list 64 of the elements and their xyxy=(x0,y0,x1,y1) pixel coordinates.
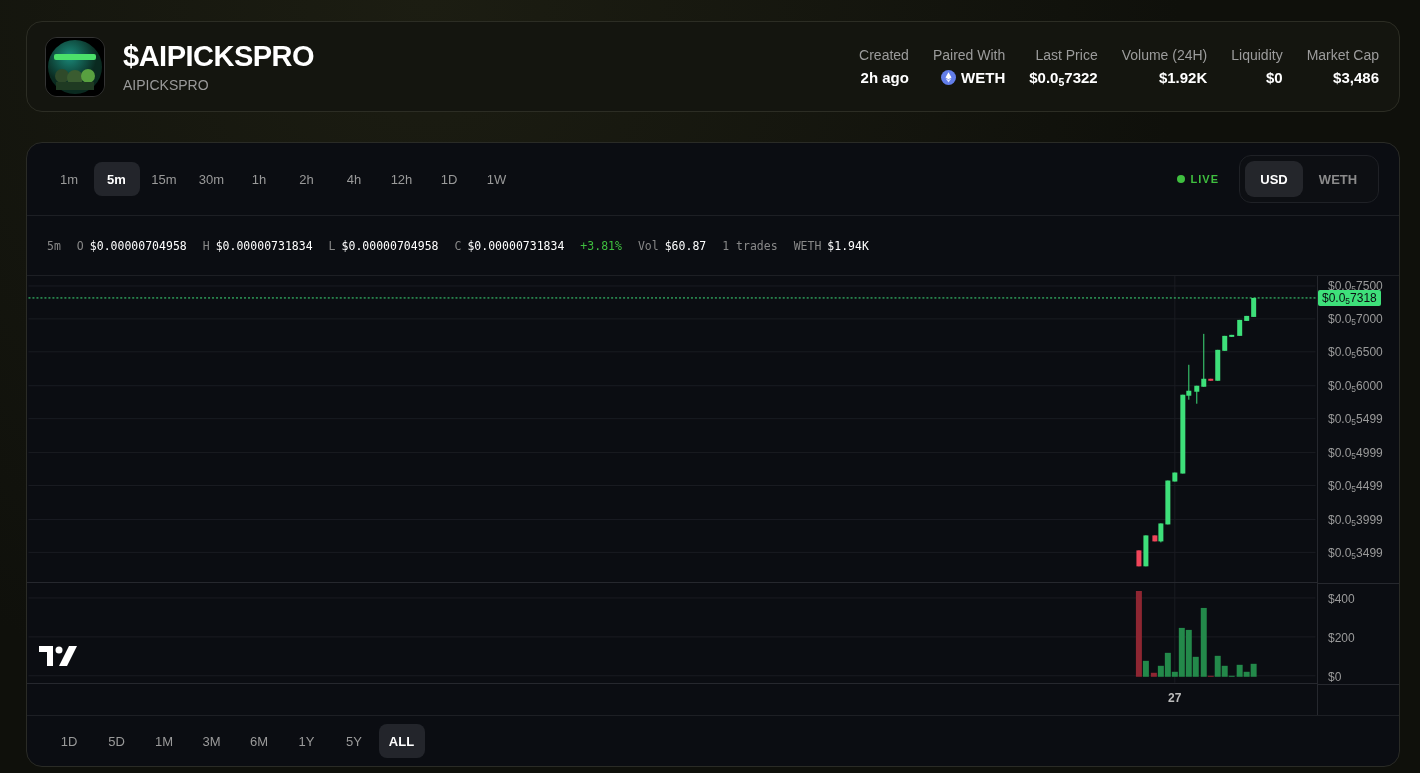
ohlc-value: $0.00000731834 xyxy=(215,238,313,253)
interval-tab[interactable]: 1D xyxy=(426,162,472,196)
ohlc-label: Vol xyxy=(637,238,659,253)
live-indicator: LIVE xyxy=(1176,173,1219,185)
stat-label: Paired With xyxy=(932,47,1006,63)
ohlc-value: $1.94K xyxy=(827,238,869,253)
stat-label: Created xyxy=(859,47,909,63)
interval-tab[interactable]: 1W xyxy=(473,162,520,196)
interval-tab[interactable]: 1h xyxy=(236,162,282,196)
range-tab[interactable]: 5D xyxy=(93,724,140,758)
token-symbol: AIPICKSPRO xyxy=(123,77,210,93)
range-tab[interactable]: 1Y xyxy=(283,724,330,758)
currency-option[interactable]: USD xyxy=(1245,161,1303,197)
volume-axis-label: $200 xyxy=(1328,631,1355,645)
range-tab[interactable]: 6M xyxy=(236,724,282,758)
range-tab[interactable]: 3M xyxy=(188,724,235,758)
ohlc-value: 1 trades xyxy=(722,238,778,253)
ohlc-label: WETH xyxy=(793,238,822,253)
ethereum-icon xyxy=(941,70,957,85)
interval-tab[interactable]: 30m xyxy=(188,162,235,196)
interval-tab[interactable]: 15m xyxy=(141,162,187,196)
ohlc-value: $60.87 xyxy=(664,238,707,253)
range-tab[interactable]: ALL xyxy=(378,724,425,758)
current-price-tag: $0.0$_{5}$7318 xyxy=(1318,290,1381,306)
stat-label: Liquidity xyxy=(1231,47,1283,63)
stat-value: $0.0$_{5}$7322 xyxy=(1029,69,1098,86)
ohlc-value: $0.00000704958 xyxy=(89,238,187,253)
stat-value: WETH xyxy=(961,69,1006,86)
interval-tab[interactable]: 2h xyxy=(283,162,330,196)
interval-tab[interactable]: 4h xyxy=(331,162,377,196)
price-axis-label: $0.0$_{5}$4999 xyxy=(1328,446,1383,460)
volume-axis-label: $0 xyxy=(1328,670,1342,684)
ohlc-interval: 5m xyxy=(47,238,61,253)
time-label: 27 xyxy=(1168,691,1182,706)
stat-label: Market Cap xyxy=(1306,47,1379,63)
stat-value: $1.92K xyxy=(1158,69,1208,86)
interval-tab[interactable]: 12h xyxy=(378,162,425,196)
stat-value: $0 xyxy=(1265,69,1283,86)
price-axis-label: $0.0$_{5}$6500 xyxy=(1328,345,1383,359)
interval-tab[interactable]: 5m xyxy=(93,162,140,196)
price-axis-label: $0.0$_{5}$7000 xyxy=(1328,312,1383,326)
ohlc-label: H xyxy=(202,238,210,253)
interval-tab[interactable]: 1m xyxy=(46,162,92,196)
range-tab[interactable]: 5Y xyxy=(331,724,377,758)
price-axis-label: $0.0$_{5}$3999 xyxy=(1328,513,1383,527)
range-tab[interactable]: 1M xyxy=(141,724,187,758)
stat-value: $3,486 xyxy=(1333,69,1379,86)
price-axis-label: $0.0$_{5}$6000 xyxy=(1328,379,1383,393)
ohlc-label: C xyxy=(454,238,462,253)
volume-axis-label: $400 xyxy=(1328,592,1355,606)
token-name: $AIPICKSPRO xyxy=(123,40,316,73)
price-axis-label: $0.0$_{5}$5499 xyxy=(1328,412,1383,426)
ohlc-label: O xyxy=(76,238,84,253)
range-tab[interactable]: 1D xyxy=(46,724,92,758)
stat-value: 2h ago xyxy=(860,69,909,86)
currency-option[interactable]: WETH xyxy=(1303,161,1373,197)
ohlc-label: L xyxy=(328,238,336,253)
stat-label: Last Price xyxy=(1035,47,1098,63)
ohlc-value: $0.00000731834 xyxy=(467,238,565,253)
price-axis-label: $0.0$_{5}$4499 xyxy=(1328,479,1383,493)
ohlc-value: +3.81% xyxy=(580,238,622,253)
ohlc-value: $0.00000704958 xyxy=(341,238,439,253)
price-axis-label: $0.0$_{5}$3499 xyxy=(1328,546,1383,560)
stat-label: Volume (24H) xyxy=(1121,47,1208,63)
